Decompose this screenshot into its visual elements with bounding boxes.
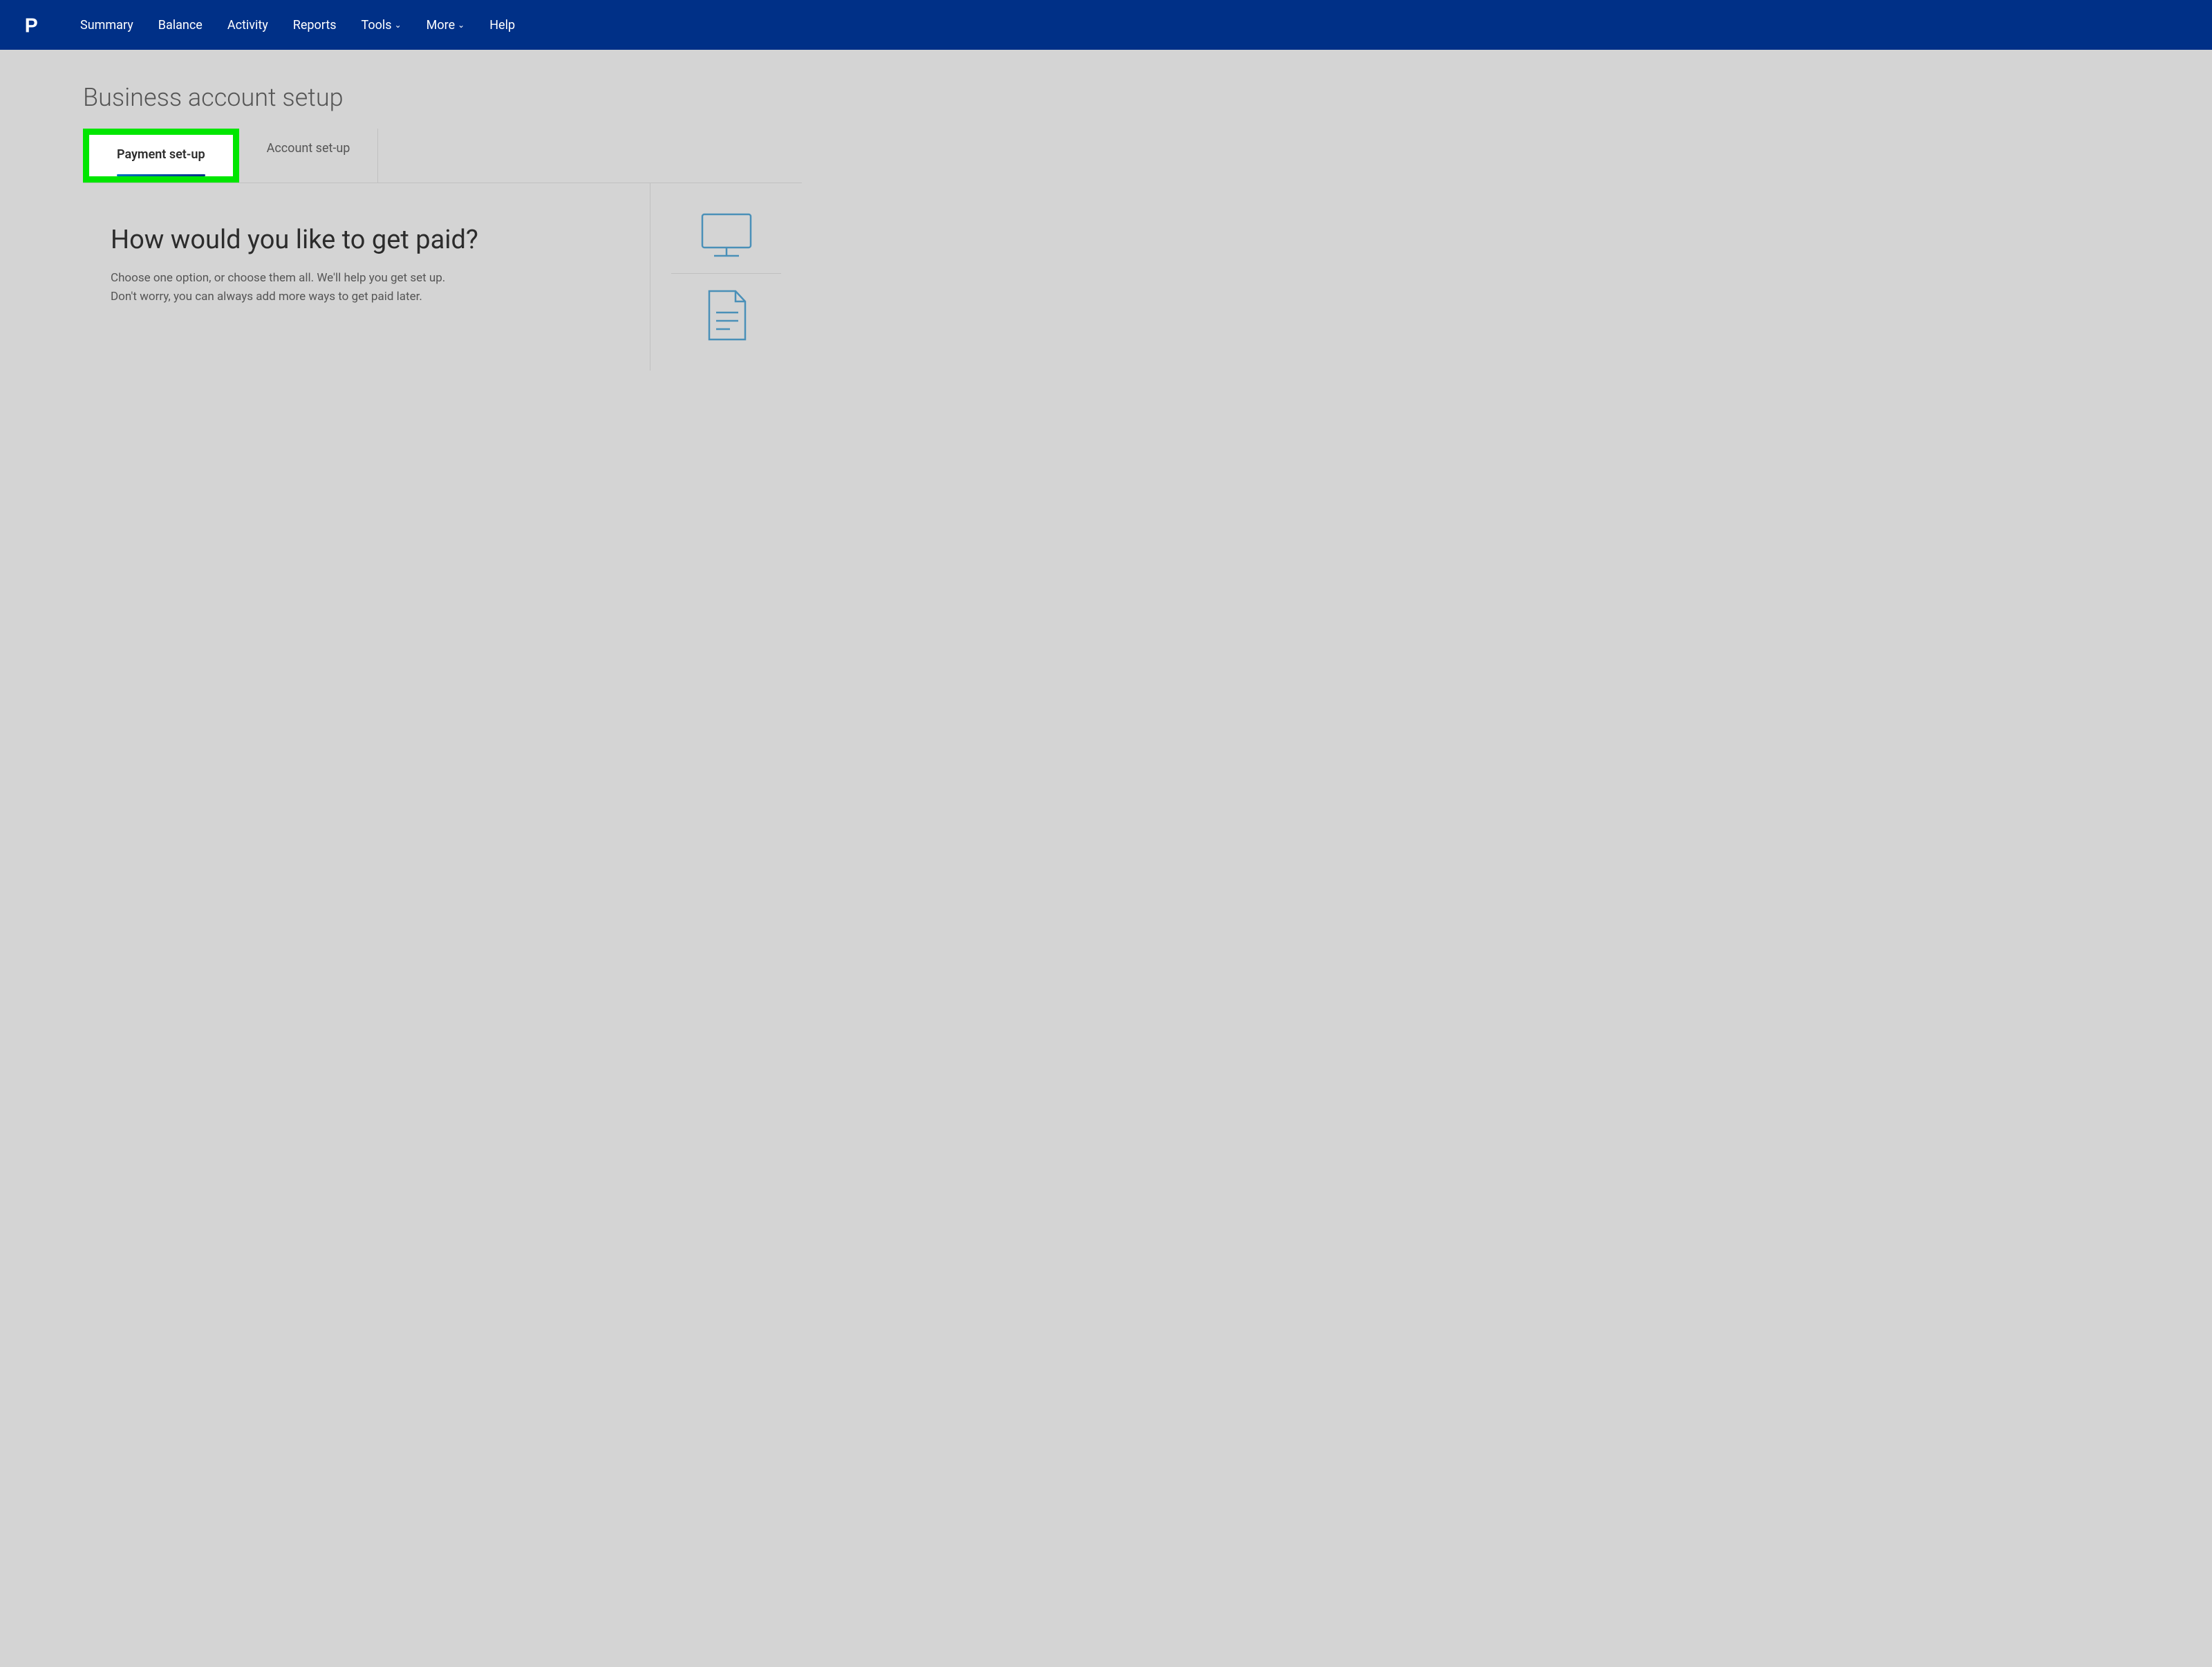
nav-item-reports[interactable]: Reports bbox=[282, 12, 348, 38]
nav-item-more[interactable]: More ⌄ bbox=[415, 12, 476, 38]
setup-main: How would you like to get paid? Choose o… bbox=[83, 183, 650, 371]
monitor-icon bbox=[699, 211, 754, 259]
svg-text:P: P bbox=[25, 15, 38, 37]
main-content: Business account setup Payment set-up Ac… bbox=[0, 50, 885, 404]
nav-item-summary[interactable]: Summary bbox=[69, 12, 144, 38]
tools-chevron-icon: ⌄ bbox=[395, 20, 402, 30]
nav-item-help[interactable]: Help bbox=[478, 12, 526, 38]
tab-account-setup-label: Account set-up bbox=[267, 141, 350, 156]
tab-highlight: Payment set-up bbox=[83, 129, 239, 183]
main-heading: How would you like to get paid? bbox=[111, 225, 622, 255]
paypal-logo[interactable]: P bbox=[22, 12, 47, 37]
more-chevron-icon: ⌄ bbox=[458, 20, 465, 30]
main-subtext: Choose one option, or choose them all. W… bbox=[111, 269, 553, 306]
navbar: P Summary Balance Activity Reports Tools… bbox=[0, 0, 2212, 50]
setup-content: How would you like to get paid? Choose o… bbox=[83, 183, 802, 371]
tab-account-setup[interactable]: Account set-up bbox=[239, 129, 379, 183]
tab-payment-setup[interactable]: Payment set-up bbox=[89, 135, 233, 176]
nav-item-tools[interactable]: Tools ⌄ bbox=[350, 12, 413, 38]
setup-sidebar bbox=[650, 183, 802, 371]
nav-item-balance[interactable]: Balance bbox=[147, 12, 214, 38]
page-title: Business account setup bbox=[83, 83, 802, 112]
sidebar-monitor-icon-wrapper bbox=[671, 197, 781, 274]
tab-payment-setup-label: Payment set-up bbox=[117, 147, 205, 171]
tabs-container: Payment set-up Account set-up bbox=[83, 129, 802, 183]
tab-active-underline bbox=[117, 174, 205, 176]
document-icon bbox=[702, 288, 751, 343]
nav-menu: Summary Balance Activity Reports Tools ⌄… bbox=[69, 12, 526, 38]
nav-item-activity[interactable]: Activity bbox=[216, 12, 279, 38]
sidebar-document-icon-wrapper bbox=[671, 274, 781, 357]
